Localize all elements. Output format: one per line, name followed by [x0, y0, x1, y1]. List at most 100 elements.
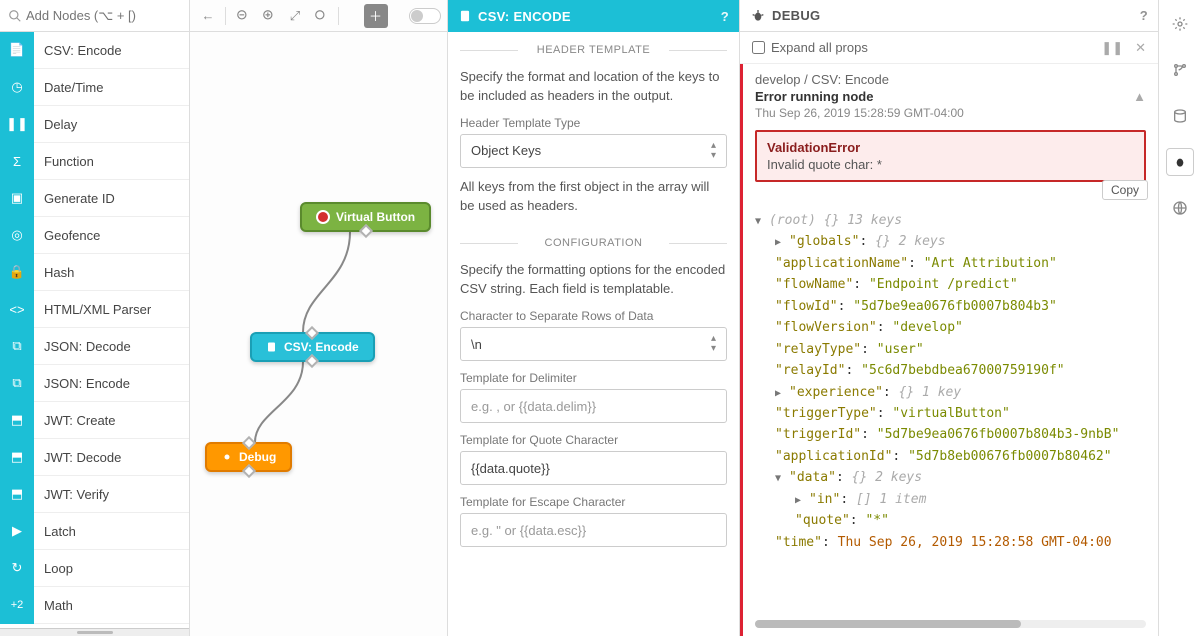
code-icon: <>: [9, 302, 24, 317]
node-label: CSV: Encode: [34, 43, 122, 58]
fit-button[interactable]: ⤢: [283, 4, 307, 28]
debug-tree: ▼(root) {} 13 keys ▶"globals": {} 2 keys…: [755, 210, 1146, 553]
node-palette: 📄CSV: Encode ◷Date/Time ❚❚Delay Σ Functio…: [0, 32, 189, 628]
sigma-icon: Σ: [13, 154, 21, 169]
node-item[interactable]: ⧉ JSON: Encode: [0, 365, 189, 402]
node-item[interactable]: Σ Function: [0, 143, 189, 180]
branch-button[interactable]: [1166, 56, 1194, 84]
globe-button[interactable]: [1166, 194, 1194, 222]
help-button[interactable]: ?: [1140, 8, 1148, 23]
select-value: \n: [471, 337, 482, 352]
node-label: JWT: Verify: [34, 487, 109, 502]
node-label: Loop: [34, 561, 73, 576]
close-button[interactable]: ✕: [1135, 40, 1146, 56]
node-item[interactable]: ⧉JSON: Decode: [0, 328, 189, 365]
virtual-button-node[interactable]: Virtual Button: [300, 202, 431, 232]
debug-heading: Error running node: [755, 89, 873, 104]
node-search[interactable]: [0, 0, 189, 32]
node-label: Geofence: [34, 228, 100, 243]
node-item[interactable]: 📄CSV: Encode: [0, 32, 189, 69]
node-item[interactable]: ⬒JWT: Create: [0, 402, 189, 439]
field-note: All keys from the first object in the ar…: [460, 178, 727, 216]
node-item[interactable]: ▣Generate ID: [0, 180, 189, 217]
node-label: JWT: Decode: [34, 450, 121, 465]
select-value: Object Keys: [471, 143, 541, 158]
section-description: Specify the formatting options for the e…: [460, 261, 727, 299]
clock-icon: ◷: [11, 79, 22, 95]
node-label: Generate ID: [34, 191, 115, 206]
field-label: Template for Escape Character: [460, 495, 727, 509]
field-label: Header Template Type: [460, 116, 727, 130]
database-icon: [1172, 108, 1188, 124]
delimiter-input[interactable]: [460, 389, 727, 423]
node-item[interactable]: 🔒 Hash: [0, 254, 189, 291]
node-item[interactable]: ↻Loop: [0, 550, 189, 587]
delimiter-field[interactable]: [471, 399, 716, 414]
zoom-in-button[interactable]: [257, 4, 281, 28]
help-button[interactable]: ?: [721, 9, 729, 24]
pause-button[interactable]: ❚❚: [1101, 40, 1123, 56]
node-item[interactable]: ❚❚Delay: [0, 106, 189, 143]
file-icon: [266, 341, 278, 353]
record-icon: [316, 210, 330, 224]
search-icon: [8, 9, 22, 23]
bug-icon: [1172, 154, 1188, 170]
node-item[interactable]: ⬒JWT: Verify: [0, 476, 189, 513]
error-box: ValidationError Invalid quote char: *: [755, 130, 1146, 182]
header-type-select[interactable]: Object Keys ▴▾: [460, 134, 727, 168]
node-title: Virtual Button: [336, 210, 415, 224]
field-label: Character to Separate Rows of Data: [460, 309, 727, 323]
zoom-out-button[interactable]: [231, 4, 255, 28]
debug-node[interactable]: Debug: [205, 442, 292, 472]
lock-icon: 🔒: [9, 264, 25, 280]
palette-resize-handle[interactable]: [0, 628, 189, 636]
back-button[interactable]: ←: [196, 4, 220, 28]
gear-icon: [1172, 16, 1188, 32]
zoom-reset-button[interactable]: [309, 4, 333, 28]
node-label: JSON: Encode: [34, 376, 130, 391]
properties-header: CSV: ENCODE ?: [448, 0, 739, 32]
node-item[interactable]: ◷Date/Time: [0, 69, 189, 106]
expand-all-checkbox[interactable]: [752, 41, 765, 54]
canvas-toggle[interactable]: [409, 8, 441, 24]
collapse-icon[interactable]: ▲: [1133, 89, 1146, 104]
jwt-icon: ⬒: [11, 412, 23, 428]
panel-title: DEBUG: [772, 8, 820, 23]
section-header: HEADER TEMPLATE: [460, 32, 727, 68]
globe-icon: [1172, 200, 1188, 216]
copy-button[interactable]: Copy: [1102, 180, 1148, 200]
node-label: Function: [34, 154, 94, 169]
node-title: Debug: [239, 450, 276, 464]
flow-canvas[interactable]: Virtual Button CSV: Encode Debug: [190, 32, 447, 636]
debug-tab-button[interactable]: [1166, 148, 1194, 176]
run-icon: ▶: [12, 523, 22, 539]
panel-title: CSV: ENCODE: [478, 9, 571, 24]
node-item[interactable]: ▶Latch: [0, 513, 189, 550]
row-separator-select[interactable]: \n ▴▾: [460, 327, 727, 361]
escape-field[interactable]: [471, 523, 716, 538]
node-label: HTML/XML Parser: [34, 302, 151, 317]
json-icon: ⧉: [12, 338, 21, 354]
node-item[interactable]: ⬒JWT: Decode: [0, 439, 189, 476]
json-icon: ⧉: [12, 375, 21, 391]
node-label: Hash: [34, 265, 74, 280]
node-item[interactable]: ◎Geofence: [0, 217, 189, 254]
add-button[interactable]: ＋: [364, 4, 388, 28]
error-type: ValidationError: [767, 140, 1134, 155]
quote-field[interactable]: [471, 461, 716, 476]
csv-encode-node[interactable]: CSV: Encode: [250, 332, 375, 362]
node-item[interactable]: +2Math: [0, 587, 189, 624]
branch-icon: [1172, 62, 1188, 78]
pause-icon: ❚❚: [6, 116, 28, 132]
settings-button[interactable]: [1166, 10, 1194, 38]
horizontal-scrollbar[interactable]: [755, 620, 1146, 628]
node-title: CSV: Encode: [284, 340, 359, 354]
storage-button[interactable]: [1166, 102, 1194, 130]
node-item[interactable]: <> HTML/XML Parser: [0, 291, 189, 328]
escape-input[interactable]: [460, 513, 727, 547]
node-label: Math: [34, 598, 73, 613]
canvas-toolbar: ← ⤢ ＋: [190, 0, 447, 32]
debug-header: DEBUG ?: [740, 0, 1158, 32]
quote-input[interactable]: [460, 451, 727, 485]
node-search-input[interactable]: [26, 8, 181, 23]
